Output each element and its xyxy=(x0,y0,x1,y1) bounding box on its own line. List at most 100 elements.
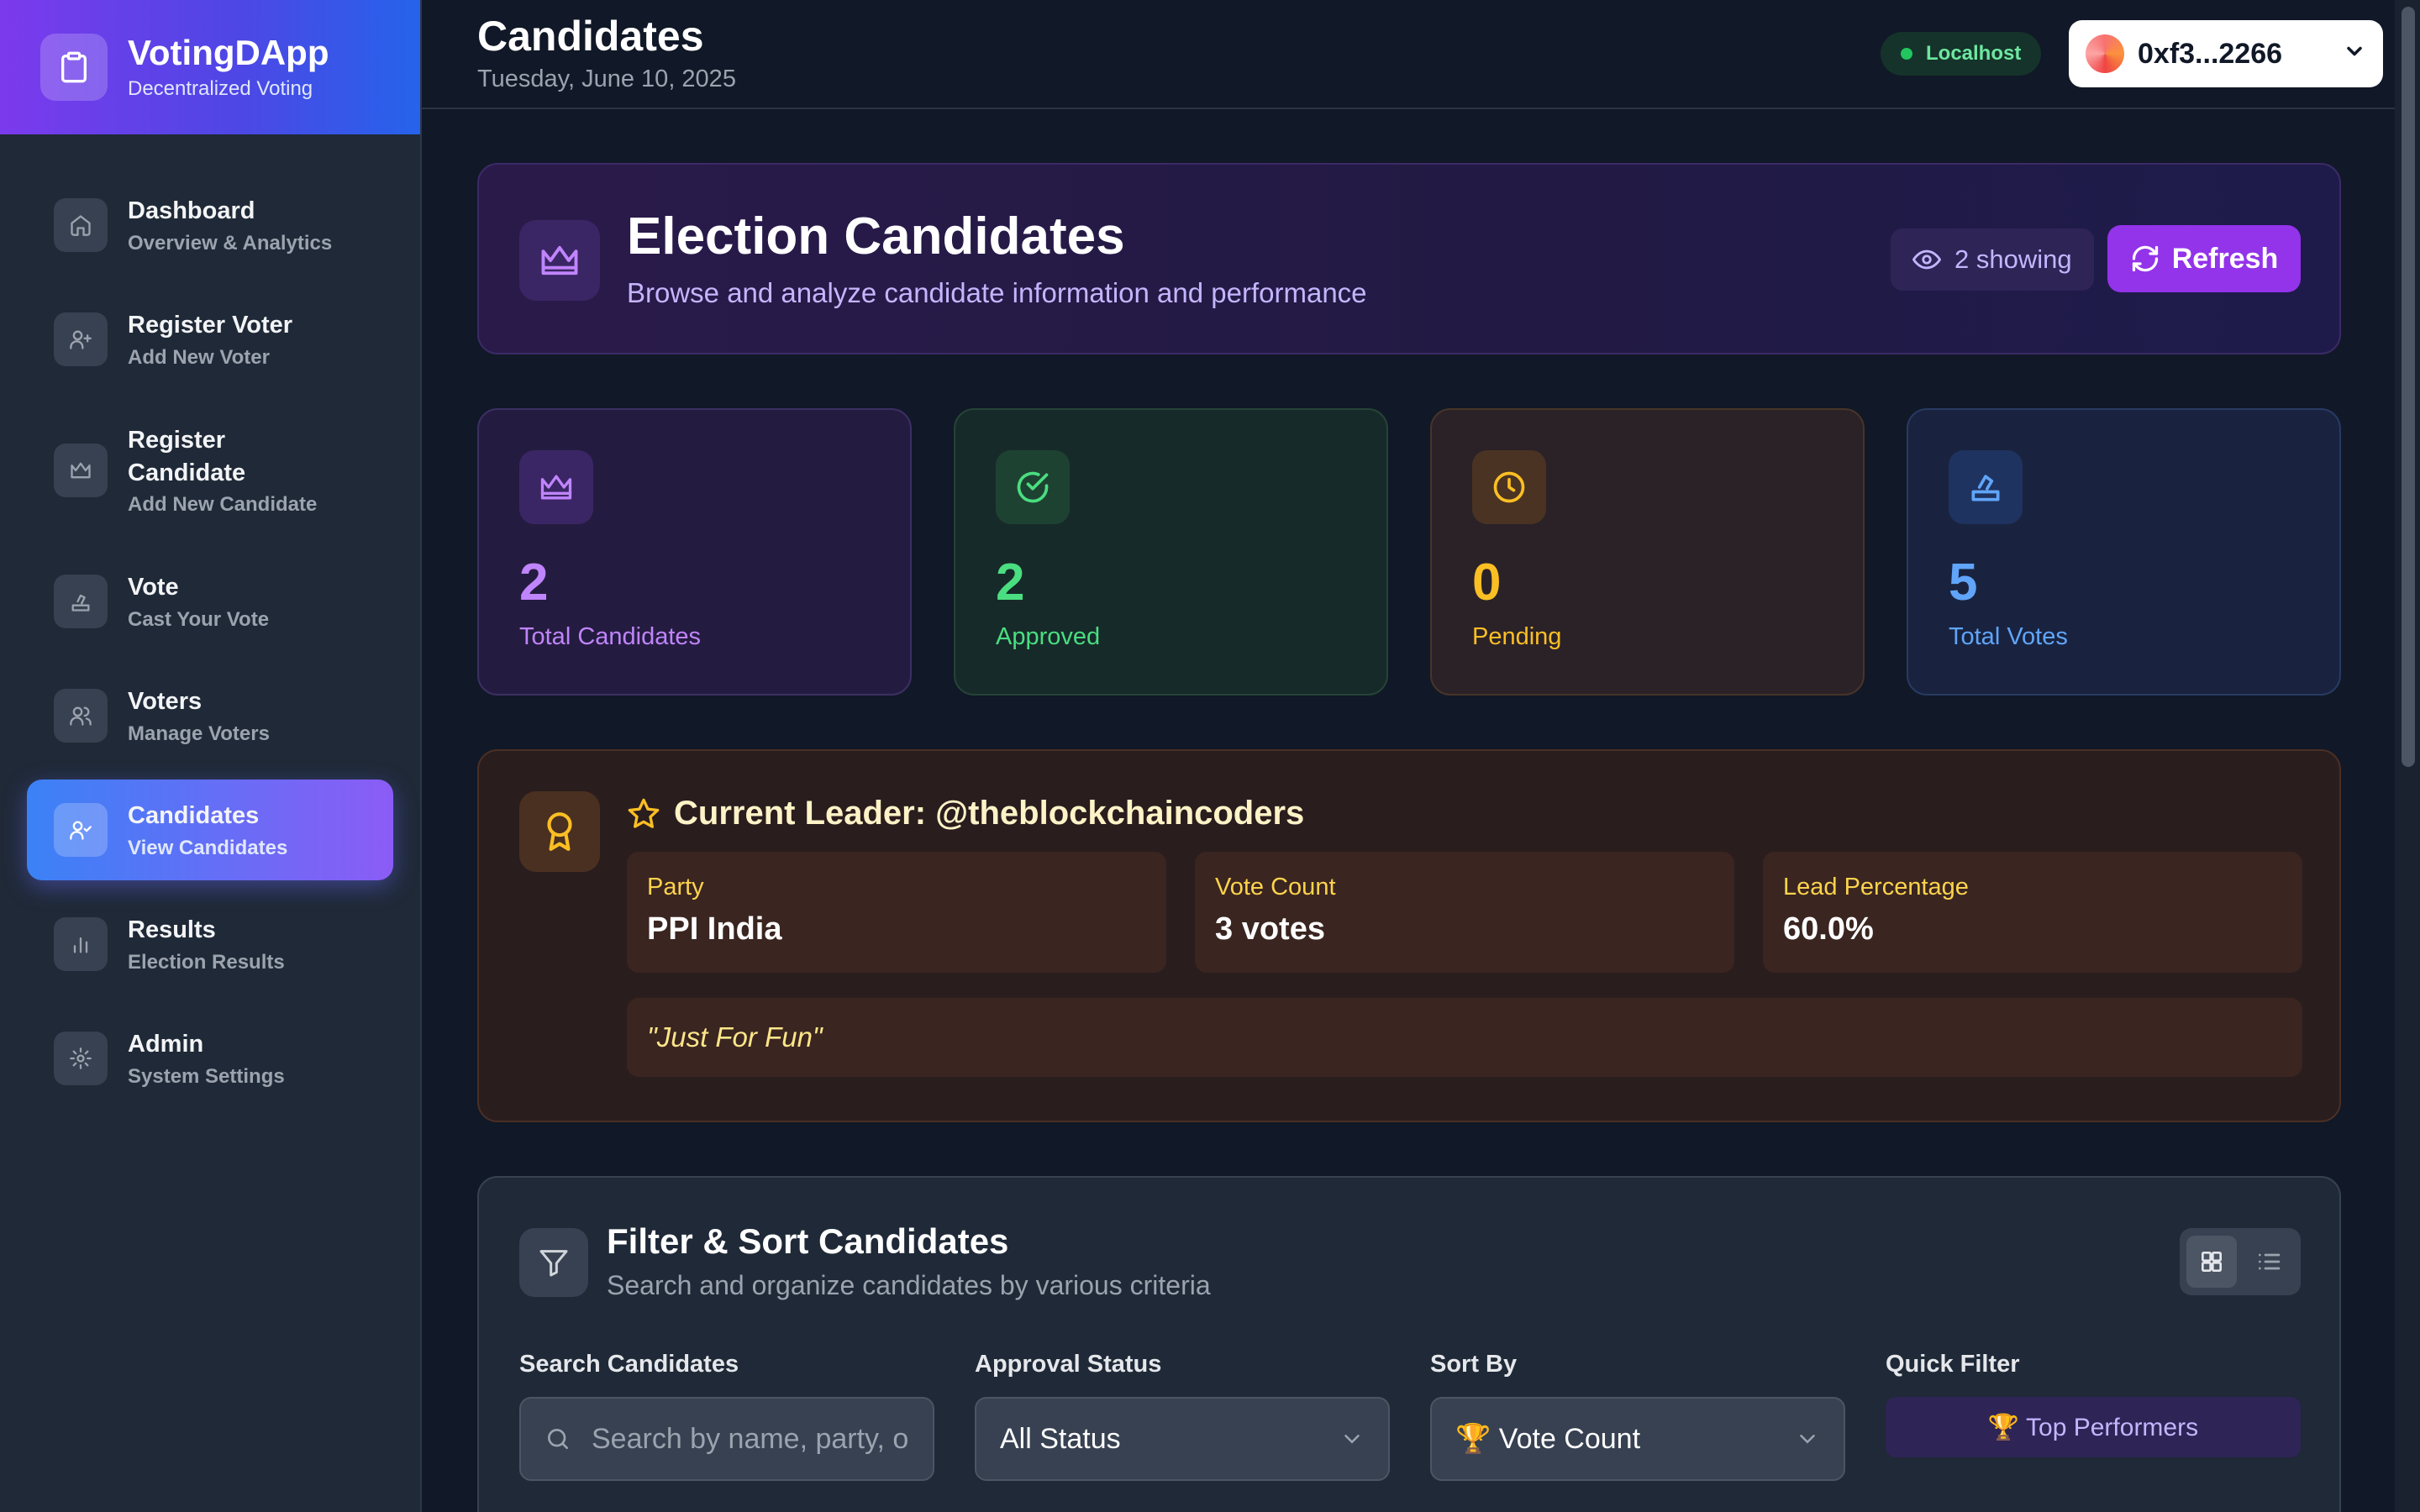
filter-fields: Search Candidates Search by name, party,… xyxy=(519,1351,2301,1481)
sidebar-item-register-candidate[interactable]: Register Candidate Add New Candidate xyxy=(27,403,393,538)
stat-value: 5 xyxy=(1949,554,1978,612)
stat-label: Approved xyxy=(996,623,1101,650)
top-performers-button[interactable]: 🏆 Top Performers xyxy=(1886,1397,2301,1457)
sort-label: Sort By xyxy=(1430,1351,1518,1378)
sidebar-item-sublabel: Add New Candidate xyxy=(128,493,318,517)
wallet-address: 0xf3...2266 xyxy=(2138,37,2283,70)
sidebar-item-label: Register Voter xyxy=(128,312,293,339)
chevron-down-icon xyxy=(1800,1435,1815,1444)
sort-select-value: 🏆 Vote Count xyxy=(1455,1423,1641,1455)
stat-card-total-candidates: 2 Total Candidates xyxy=(477,408,912,696)
home-icon xyxy=(54,198,108,252)
sidebar-item-sublabel: View Candidates xyxy=(128,836,288,859)
ballot-icon xyxy=(1949,450,2023,524)
showing-count-badge: 2 showing xyxy=(1891,228,2094,291)
sidebar-item-label: Candidates xyxy=(128,802,260,830)
leader-votes-value: 3 votes xyxy=(1215,911,1325,947)
chevron-down-icon xyxy=(1344,1435,1360,1444)
leader-lead-label: Lead Percentage xyxy=(1783,874,1969,900)
sidebar-item-sublabel: Manage Voters xyxy=(128,722,270,745)
sidebar-item-register-voter[interactable]: Register Voter Add New Voter xyxy=(27,289,393,390)
search-placeholder: Search by name, party, o xyxy=(592,1422,909,1455)
stat-card-total-votes: 5 Total Votes xyxy=(1907,408,2341,696)
scrollbar-thumb[interactable] xyxy=(2402,7,2415,767)
search-field-group: Search Candidates Search by name, party,… xyxy=(519,1351,934,1481)
quick-filter-label: Quick Filter xyxy=(1886,1351,2020,1378)
leader-party-box: Party PPI India xyxy=(627,852,1166,973)
filter-subtitle: Search and organize candidates by variou… xyxy=(607,1270,1211,1300)
search-input[interactable]: Search by name, party, o xyxy=(519,1397,934,1481)
stat-value: 2 xyxy=(996,554,1025,612)
sidebar-item-sublabel: Overview & Analytics xyxy=(128,231,333,255)
leader-quote: "Just For Fun" xyxy=(627,998,2302,1077)
stat-label: Pending xyxy=(1472,623,1562,650)
stat-value: 2 xyxy=(519,554,549,612)
brand-subtitle: Decentralized Voting xyxy=(128,77,313,101)
leader-stats: Party PPI India Vote Count 3 votes Lead … xyxy=(627,852,2302,973)
sidebar-item-label: Voters xyxy=(128,688,203,716)
stat-card-pending: 0 Pending xyxy=(1430,408,1865,696)
sidebar-nav: Dashboard Overview & Analytics Register … xyxy=(0,134,420,1109)
sidebar-item-label: Register Candidate xyxy=(128,426,246,486)
election-candidates-hero: Election Candidates Browse and analyze c… xyxy=(477,163,2341,354)
grid-icon xyxy=(2202,1252,2222,1272)
network-badge: Localhost xyxy=(1881,32,2042,76)
chevron-down-icon xyxy=(2343,38,2366,71)
list-view-button[interactable] xyxy=(2244,1236,2294,1288)
hero-subtitle: Browse and analyze candidate information… xyxy=(627,277,1367,308)
eye-icon xyxy=(1912,249,1941,270)
wallet-button[interactable]: 0xf3...2266 xyxy=(2069,20,2383,87)
leader-party-label: Party xyxy=(647,874,704,900)
page-scrollbar[interactable] xyxy=(2395,0,2420,1512)
network-label: Localhost xyxy=(1926,42,2022,65)
approval-status-select[interactable]: All Status xyxy=(975,1397,1390,1481)
sidebar-item-vote[interactable]: Vote Cast Your Vote xyxy=(27,551,393,652)
sidebar-item-admin[interactable]: Admin System Settings xyxy=(27,1008,393,1109)
stat-card-approved: 2 Approved xyxy=(954,408,1388,696)
sort-by-select[interactable]: 🏆 Vote Count xyxy=(1430,1397,1845,1481)
clock-icon xyxy=(1472,450,1546,524)
sidebar-item-results[interactable]: Results Election Results xyxy=(27,894,393,995)
sidebar-item-candidates[interactable]: Candidates View Candidates xyxy=(27,780,393,880)
crown-icon xyxy=(54,444,108,497)
list-icon xyxy=(2259,1253,2281,1270)
stats-row: 2 Total Candidates 2 Approved 0 Pending … xyxy=(477,408,2341,696)
status-dot-icon xyxy=(1901,48,1912,60)
user-check-icon xyxy=(54,803,108,857)
sidebar-item-sublabel: System Settings xyxy=(128,1064,285,1088)
top-bar: Candidates Tuesday, June 10, 2025 Localh… xyxy=(422,0,2395,109)
filter-sort-panel: Filter & Sort Candidates Search and orga… xyxy=(477,1176,2341,1512)
search-label: Search Candidates xyxy=(519,1351,739,1378)
showing-count-label: 2 showing xyxy=(1954,244,2072,274)
stat-label: Total Votes xyxy=(1949,623,2068,650)
filter-title: Filter & Sort Candidates xyxy=(607,1221,1009,1261)
leader-votes-box: Vote Count 3 votes xyxy=(1195,852,1734,973)
leader-title: Current Leader: @theblockchaincoders xyxy=(674,795,1305,832)
page-title: Candidates xyxy=(477,13,704,60)
users-icon xyxy=(54,689,108,743)
quick-filter-group: Quick Filter 🏆 Top Performers xyxy=(1886,1351,2301,1481)
hero-title: Election Candidates xyxy=(627,207,1125,265)
stat-label: Total Candidates xyxy=(519,623,702,650)
crown-icon xyxy=(519,450,593,524)
view-toggle xyxy=(2180,1228,2301,1295)
grid-view-button[interactable] xyxy=(2186,1236,2237,1288)
refresh-button[interactable]: Refresh xyxy=(2107,225,2301,292)
refresh-label: Refresh xyxy=(2171,242,2279,275)
clipboard-icon xyxy=(40,34,108,101)
sort-field-group: Sort By 🏆 Vote Count xyxy=(1430,1351,1845,1481)
brand-header[interactable]: VotingDApp Decentralized Voting xyxy=(0,0,420,134)
current-leader-card: Current Leader: @theblockchaincoders Par… xyxy=(477,749,2341,1122)
crown-icon xyxy=(519,220,600,301)
stat-value: 0 xyxy=(1472,554,1502,612)
sidebar-item-label: Vote xyxy=(128,574,179,601)
ballot-icon xyxy=(54,575,108,628)
sidebar-item-voters[interactable]: Voters Manage Voters xyxy=(27,665,393,766)
wallet-avatar xyxy=(2086,34,2124,73)
user-plus-icon xyxy=(54,312,108,366)
gear-icon xyxy=(54,1032,108,1085)
star-icon xyxy=(628,798,660,828)
sidebar-item-dashboard[interactable]: Dashboard Overview & Analytics xyxy=(27,175,393,276)
leader-header: Current Leader: @theblockchaincoders xyxy=(627,795,1304,832)
leader-lead-value: 60.0% xyxy=(1783,911,1874,947)
